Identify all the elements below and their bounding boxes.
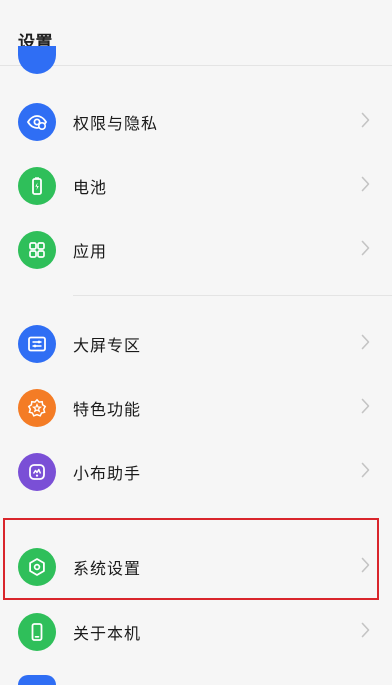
settings-item-special-features[interactable]: 特色功能 — [0, 379, 392, 437]
assistant-icon — [18, 453, 56, 491]
settings-item-system-settings[interactable]: 系统设置 — [0, 538, 392, 596]
settings-header: 设置 — [0, 0, 392, 66]
battery-icon — [18, 167, 56, 205]
settings-item-apps[interactable]: 应用 — [0, 221, 392, 279]
settings-item-label: 特色功能 — [73, 400, 142, 419]
large-screen-icon — [18, 325, 56, 363]
partial-settings-icon — [18, 46, 56, 74]
settings-item-label: 小布助手 — [73, 464, 142, 483]
settings-item-large-screen[interactable]: 大屏专区 — [0, 315, 392, 373]
settings-item-label: 关于本机 — [73, 624, 142, 643]
chevron-right-icon — [361, 398, 370, 418]
settings-item-label: 应用 — [73, 242, 108, 261]
chevron-right-icon — [361, 176, 370, 196]
settings-item-label: 大屏专区 — [73, 336, 142, 355]
privacy-eye-icon — [18, 103, 56, 141]
chevron-right-icon — [361, 557, 370, 577]
star-badge-icon — [18, 389, 56, 427]
apps-grid-icon — [18, 231, 56, 269]
phone-icon — [18, 613, 56, 651]
settings-item-assistant[interactable]: 小布助手 — [0, 443, 392, 501]
chevron-right-icon — [361, 334, 370, 354]
settings-item-label: 系统设置 — [73, 559, 142, 578]
chevron-right-icon — [361, 112, 370, 132]
settings-item-label: 电池 — [73, 178, 108, 197]
settings-item-label: 权限与隐私 — [73, 114, 159, 133]
chevron-right-icon — [361, 462, 370, 482]
partial-settings-icon — [18, 675, 56, 685]
settings-item-about-phone[interactable]: 关于本机 — [0, 603, 392, 661]
chevron-right-icon — [361, 240, 370, 260]
settings-item-battery[interactable]: 电池 — [0, 157, 392, 215]
settings-item-privacy[interactable]: 权限与隐私 — [0, 93, 392, 151]
system-settings-hexagon-icon — [18, 548, 56, 586]
section-divider — [73, 295, 392, 296]
chevron-right-icon — [361, 622, 370, 642]
